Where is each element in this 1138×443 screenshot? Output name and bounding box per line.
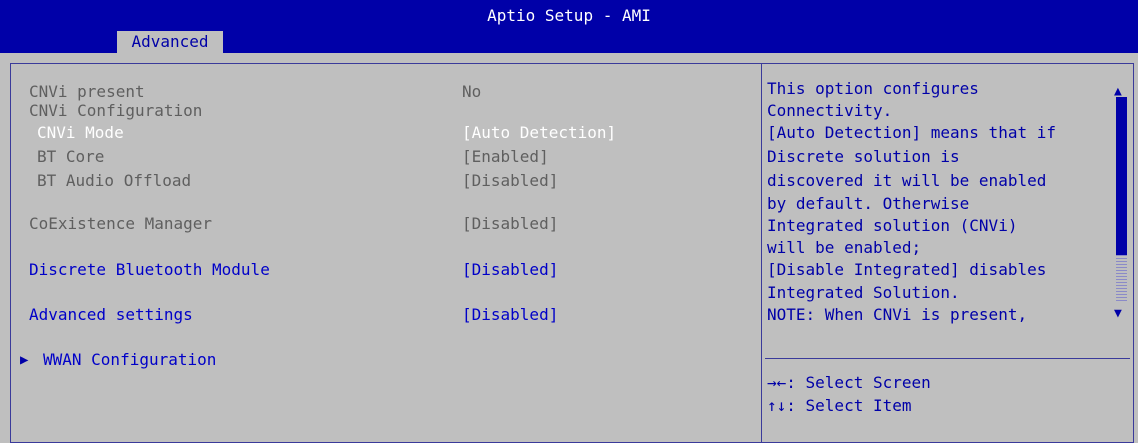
section-label-cnvi-configuration: CNVi Configuration [29, 101, 203, 120]
setting-label-coexistence-manager: CoExistence Manager [29, 214, 213, 233]
title-bar: Aptio Setup - AMI Advanced [0, 0, 1138, 53]
setting-label-cnvi-mode[interactable]: CNVi Mode [37, 121, 124, 145]
help-line: Discrete solution is [767, 147, 960, 166]
tab-advanced[interactable]: Advanced [117, 31, 223, 53]
help-line: Connectivity. [767, 101, 893, 120]
app-title: Aptio Setup - AMI [487, 6, 651, 25]
help-line: will be enabled; [767, 238, 922, 257]
setting-label-bt-core: BT Core [37, 147, 105, 166]
help-line: by default. Otherwise [767, 194, 970, 213]
help-line: discovered it will be enabled [767, 171, 1047, 190]
help-line: This option configures [767, 79, 979, 98]
help-line: [Disable Integrated] disables [767, 260, 1047, 279]
setting-label-bt-audio-offload: BT Audio Offload [37, 171, 192, 190]
help-line: Integrated Solution. [767, 283, 960, 302]
setting-value-discrete-bluetooth[interactable]: [Disabled] [462, 258, 558, 282]
setting-value-advanced-settings[interactable]: [Disabled] [462, 303, 558, 327]
help-line: [Auto Detection] means that if [767, 123, 1056, 142]
setting-value-cnvi-mode[interactable]: [Auto Detection] [462, 121, 616, 145]
key-hint-select-item: ↑↓: Select Item [767, 396, 912, 415]
panel-divider [761, 63, 762, 443]
help-scrollbar-track[interactable] [1116, 255, 1127, 303]
setting-value-cnvi-present: No [462, 82, 482, 101]
help-line: Integrated solution (CNVi) [767, 216, 1018, 235]
key-hint-select-screen: →←: Select Screen [767, 373, 931, 392]
setting-label-discrete-bluetooth[interactable]: Discrete Bluetooth Module [29, 258, 270, 282]
setting-value-bt-audio-offload: [Disabled] [462, 171, 559, 190]
setting-label-advanced-settings[interactable]: Advanced settings [29, 303, 193, 327]
submenu-wwan-configuration[interactable]: WWAN Configuration [43, 348, 216, 372]
triangle-right-icon: ▶ [20, 352, 29, 368]
setting-value-coexistence-manager: [Disabled] [462, 214, 559, 233]
setting-value-bt-core: [Enabled] [462, 147, 549, 166]
help-separator [765, 358, 1130, 359]
triangle-down-icon[interactable]: ▼ [1114, 302, 1122, 326]
help-line: NOTE: When CNVi is present, [767, 305, 1028, 324]
